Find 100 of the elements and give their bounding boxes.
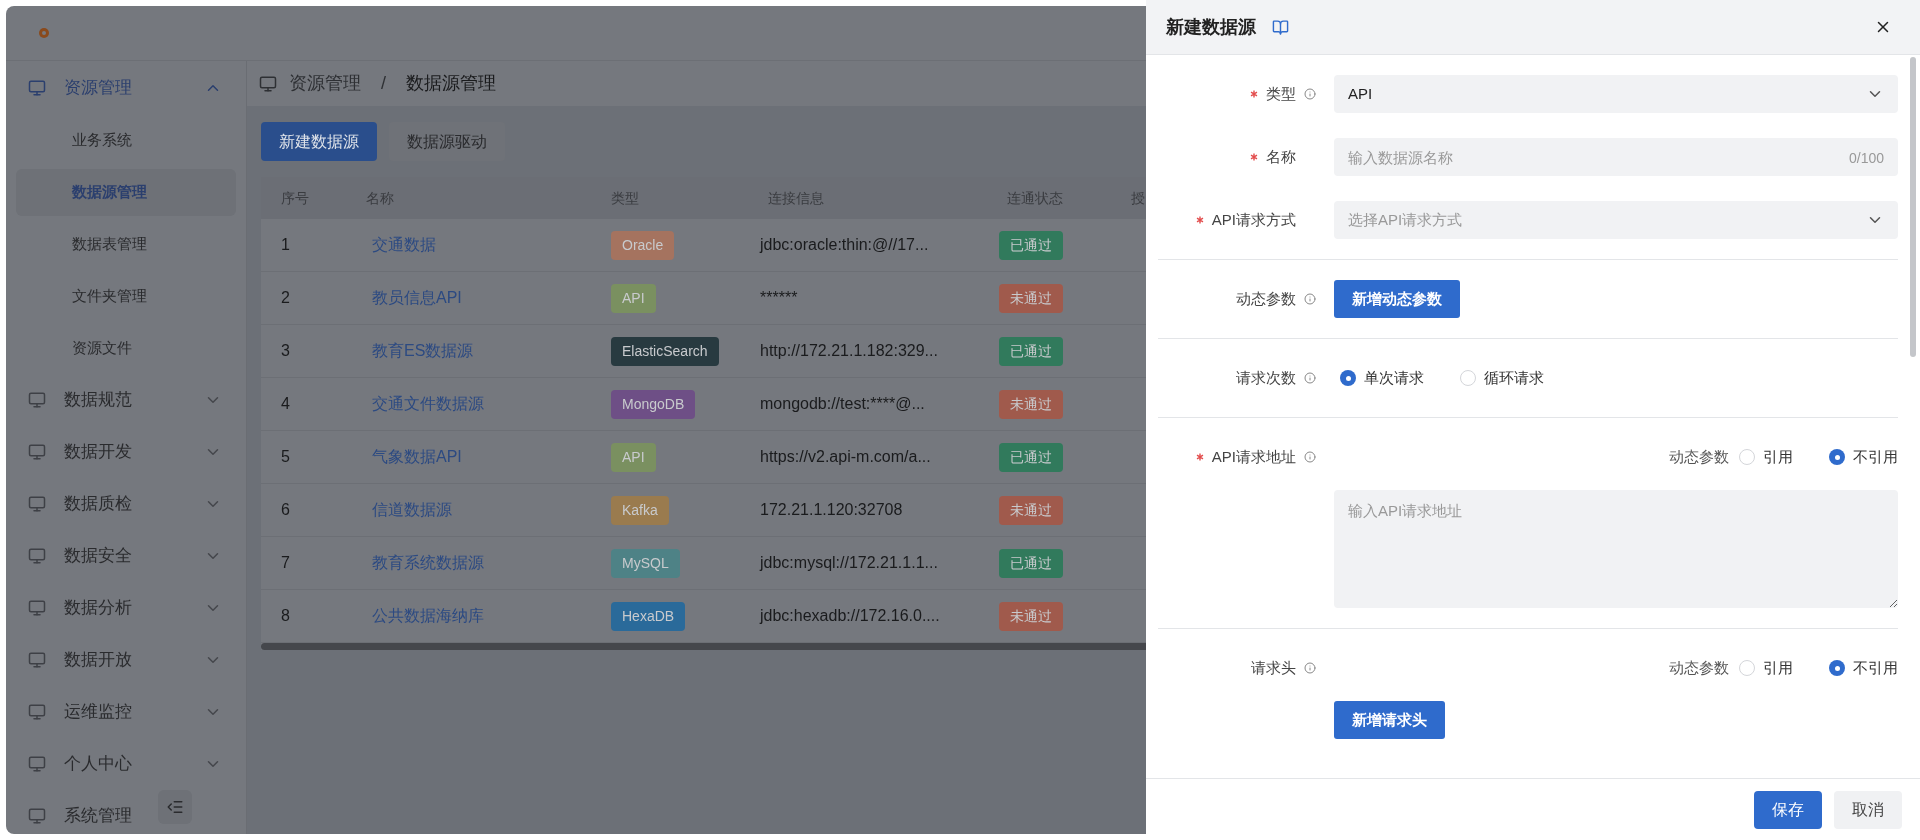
status-tag: 已通过 (999, 336, 1063, 366)
type-tag: ElasticSearch (611, 336, 719, 366)
type-tag: MySQL (611, 548, 680, 578)
sidebar-group[interactable]: 数据开发 (6, 426, 246, 478)
name-link[interactable]: 教员信息API (372, 289, 462, 306)
sidebar-label: 数据规范 (64, 389, 132, 412)
table-cell: http://172.21.1.182:329... (760, 342, 938, 359)
add-button[interactable]: 新增请求头 (1334, 701, 1445, 739)
status-tag: 未通过 (999, 495, 1063, 525)
table-cell: ****** (760, 289, 798, 306)
collapse-icon (166, 798, 184, 816)
book-icon[interactable] (1272, 18, 1289, 36)
type-tag: Kafka (611, 495, 669, 525)
sidebar-label: 资源管理 (64, 77, 132, 100)
sidebar-item[interactable]: 数据源管理 (16, 168, 236, 216)
field-label: 名称 (1266, 146, 1296, 167)
monitor-icon (259, 74, 277, 93)
sidebar-group[interactable]: 运维监控 (6, 686, 246, 738)
type-tag: MongoDB (611, 389, 696, 419)
monitor-icon (28, 495, 46, 513)
monitor-icon (28, 703, 46, 721)
sidebar-group[interactable]: 数据开放 (6, 634, 246, 686)
logo-icon (38, 27, 50, 39)
field-label: API请求地址 (1211, 446, 1296, 467)
monitor-icon (28, 443, 46, 461)
sidebar-group[interactable]: 数据规范 (6, 374, 246, 426)
name-link[interactable]: 教育ES数据源 (372, 342, 474, 359)
sidebar-label: 数据开放 (64, 649, 132, 672)
switch-label: 动态参数 (1669, 446, 1729, 467)
field-label: 请求头 (1251, 657, 1296, 678)
monitor-icon (28, 599, 46, 617)
sidebar-label: 数据分析 (64, 597, 132, 620)
breadcrumb-separator: / (380, 72, 387, 95)
sidebar-label: 运维监控 (64, 701, 132, 724)
monitor-icon (28, 807, 46, 825)
sidebar-group[interactable]: 数据安全 (6, 530, 246, 582)
breadcrumb-current[interactable]: 数据源管理 (406, 70, 496, 97)
radio-option[interactable]: 不引用 (1829, 445, 1898, 469)
sidebar-item[interactable]: 数据表管理 (16, 220, 236, 268)
status-tag: 已通过 (999, 230, 1063, 260)
table-cell: 5 (281, 448, 290, 465)
name-link[interactable]: 信道数据源 (372, 501, 452, 518)
url-text-area[interactable]: 输入API请求地址 (1334, 490, 1898, 608)
name-link[interactable]: 气象数据API (372, 448, 462, 465)
status-tag: 未通过 (999, 389, 1063, 419)
sidebar-label: 系统管理 (64, 805, 132, 828)
add-button[interactable]: 新增动态参数 (1334, 280, 1460, 318)
character-counter: 0/100 (1848, 149, 1884, 168)
name-link[interactable]: 公共数据海纳库 (372, 607, 484, 624)
table-cell: jdbc:oracle:thin:@//17... (760, 236, 929, 253)
field-label: 动态参数 (1236, 288, 1296, 309)
breadcrumb-link[interactable]: 资源管理 (289, 70, 361, 97)
sidebar-group[interactable]: 数据分析 (6, 582, 246, 634)
table-cell: 6 (281, 501, 290, 518)
drawer-title: 新建数据源 (1166, 15, 1256, 39)
sidebar-label: 数据开发 (64, 441, 132, 464)
table-cell: 7 (281, 554, 290, 571)
table-cell: 8 (281, 607, 290, 624)
field-label: 类型 (1266, 83, 1296, 104)
monitor-icon (28, 547, 46, 565)
table-cell: jdbc:hexadb://172.16.0.... (760, 607, 940, 624)
field-label: API请求方式 (1211, 209, 1296, 230)
table-cell: mongodb://test:****@... (760, 395, 925, 412)
sidebar-item[interactable]: 资源文件 (16, 324, 236, 372)
name-link[interactable]: 交通数据 (372, 236, 436, 253)
toolbar-button[interactable]: 新建数据源 (261, 122, 377, 161)
radio-option[interactable]: 引用 (1739, 656, 1793, 680)
radio-option[interactable]: 不引用 (1829, 656, 1898, 680)
radio-option[interactable]: 引用 (1739, 445, 1793, 469)
sidebar-group[interactable]: 个人中心 (6, 738, 246, 790)
type-tag: Oracle (611, 230, 675, 260)
sidebar-label: 数据安全 (64, 545, 132, 568)
sidebar-group[interactable]: 系统管理 (6, 790, 246, 834)
sidebar-item[interactable]: 业务系统 (16, 116, 236, 164)
vertical-scrollbar[interactable] (1910, 57, 1916, 357)
monitor-icon (28, 79, 46, 97)
field-label: 请求次数 (1236, 367, 1296, 388)
table-cell: 4 (281, 395, 290, 412)
collapse-menu-button[interactable] (158, 790, 192, 824)
table-cell: 1 (281, 236, 290, 253)
select-field[interactable]: API (1334, 75, 1898, 113)
status-tag: 已通过 (999, 442, 1063, 472)
sidebar-label: 数据质检 (64, 493, 132, 516)
sidebar-group[interactable]: 数据质检 (6, 478, 246, 530)
table-cell: jdbc:mysql://172.21.1.1... (760, 554, 938, 571)
sidebar-item[interactable]: 文件夹管理 (16, 272, 236, 320)
status-tag: 未通过 (999, 601, 1063, 631)
sidebar-label: 个人中心 (64, 753, 132, 776)
select-field[interactable]: 选择API请求方式 (1334, 201, 1898, 239)
type-tag: HexaDB (611, 601, 686, 631)
radio-option[interactable]: 循环请求 (1460, 366, 1544, 390)
type-tag: API (611, 442, 656, 472)
table-cell: https://v2.api-m.com/a... (760, 448, 931, 465)
name-link[interactable]: 教育系统数据源 (372, 554, 484, 571)
table-cell: 2 (281, 289, 290, 306)
name-link[interactable]: 交通文件数据源 (372, 395, 484, 412)
footer-button[interactable]: 保存 (1754, 790, 1822, 829)
radio-option[interactable]: 单次请求 (1340, 366, 1424, 390)
footer-button[interactable]: 取消 (1834, 790, 1902, 829)
sidebar-group[interactable]: 资源管理 (6, 62, 246, 114)
